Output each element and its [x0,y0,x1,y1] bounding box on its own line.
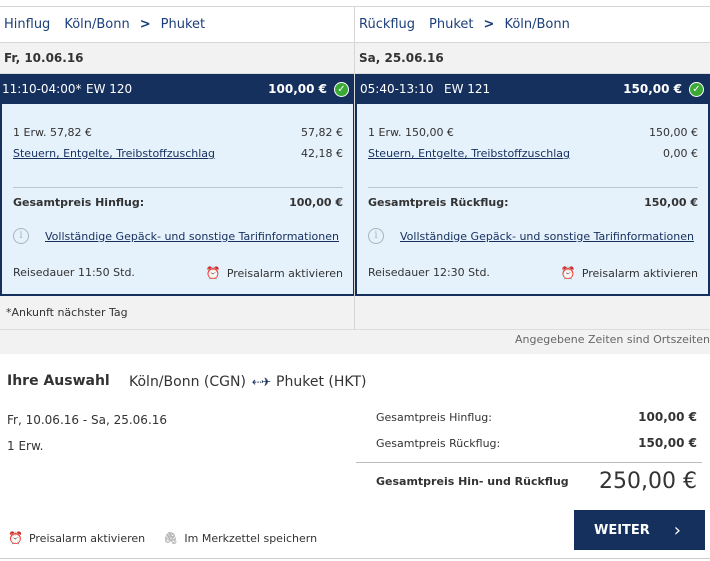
summary-return-row: Gesamtpreis Rückflug: 150,00 € [356,430,702,456]
summary-outbound-value: 100,00 € [638,410,697,424]
bookmark-label: Im Merkzettel speichern [184,531,318,545]
return-detail-panel: 1 Erw. 150,00 € 150,00 € Steuern, Entgel… [355,104,710,296]
outbound-price-alarm-label: Preisalarm aktivieren [226,267,343,280]
summary-dates: Fr, 10.06.16 - Sa, 25.06.16 [7,413,168,427]
return-tax-value: 0,00 € [663,147,698,160]
summary-total-label: Gesamtpreis Hin- und Rückflug [376,475,569,488]
return-direction-label: Rückflug [359,17,416,32]
return-duration-row: Reisedauer 12:30 Std. ⏰ Preisalarm aktivi… [368,266,698,280]
return-pax-line: 1 Erw. 150,00 € [368,126,454,139]
outbound-tariff-info-link[interactable]: Vollständige Gepäck- und sonstige Tarifi… [45,230,339,243]
summary-price-alarm-link[interactable]: ⏰ Preisalarm aktivieren [8,531,145,545]
bookmark-link[interactable]: 🖇 Im Merkzettel speichern [163,531,317,545]
price-summary: Gesamtpreis Hinflug: 100,00 € Gesamtprei… [356,404,702,500]
return-price-alarm-link[interactable]: ⏰ Preisalarm aktivieren [561,266,698,280]
outbound-to: Phuket [160,17,206,32]
outbound-tax-link[interactable]: Steuern, Entgelte, Treibstoffzuschlag [13,147,215,160]
divider [13,187,343,188]
summary-total-row: Gesamtpreis Hin- und Rückflug 250,00 € [356,462,702,500]
return-duration: Reisedauer 12:30 Std. [368,266,490,279]
outbound-price-alarm-link[interactable]: ⏰ Preisalarm aktivieren [206,266,343,280]
alarm-clock-icon: ⏰ [8,531,23,545]
return-tariff-info-link[interactable]: Vollständige Gepäck- und sonstige Tarifi… [400,230,694,243]
chevron-right-icon: > [139,17,151,32]
local-time-note: Angegebene Zeiten sind Ortszeiten [0,330,710,354]
next-button[interactable]: WEITER › [574,510,705,550]
paperclip-icon: 🖇 [163,531,179,545]
return-from: Phuket [429,17,474,32]
return-price: 150,00 € [623,82,682,96]
return-flight-bar[interactable]: 05:40-13:10 EW 121 150,00 € ✓ [355,74,710,114]
outbound-tax-value: 42,18 € [301,147,343,160]
return-to: Köln/Bonn [504,17,570,32]
summary-total-value: 250,00 € [599,469,697,494]
outbound-total-row: Gesamtpreis Hinflug: 100,00 € [13,196,343,209]
summary-return-value: 150,00 € [638,436,697,450]
return-total-value: 150,00 € [644,196,698,209]
return-time: 05:40-13:10 [360,82,434,96]
outbound-duration-row: Reisedauer 11:50 Std. ⏰ Preisalarm aktivi… [13,266,343,280]
outbound-route-bar: Hinflug Köln/Bonn > Phuket [0,6,355,43]
return-price-alarm-label: Preisalarm aktivieren [581,267,698,280]
return-total-label: Gesamtpreis Rückflug: [368,196,509,209]
check-icon: ✓ [689,82,704,97]
alarm-clock-icon: ⏰ [205,266,221,280]
outbound-flight-number: EW 120 [86,82,133,96]
next-button-label: WEITER [594,522,650,538]
return-route-bar: Rückflug Phuket > Köln/Bonn [355,6,710,43]
outbound-date: Fr, 10.06.16 [0,43,355,74]
outbound-flight-column: Hinflug Köln/Bonn > Phuket Fr, 10.06.16 … [0,0,355,330]
outbound-pax-row: 1 Erw. 57,82 € 57,82 € [13,126,343,139]
outbound-duration: Reisedauer 11:50 Std. [13,266,135,279]
summary-from: Köln/Bonn (CGN) [129,374,246,390]
return-info-row: i Vollständige Gepäck- und sonstige Tari… [368,228,698,244]
outbound-from: Köln/Bonn [64,17,130,32]
return-tax-row: Steuern, Entgelte, Treibstoffzuschlag 0,… [368,147,698,160]
selection-summary: Ihre Auswahl Köln/Bonn (CGN) ⇠✈ Phuket (… [0,358,710,558]
check-icon: ✓ [334,82,349,97]
return-flight-number: EW 121 [444,82,491,96]
outbound-direction-label: Hinflug [4,17,51,32]
summary-outbound-row: Gesamtpreis Hinflug: 100,00 € [356,404,702,430]
outbound-total-label: Gesamtpreis Hinflug: [13,196,145,209]
summary-return-label: Gesamtpreis Rückflug: [376,436,501,450]
return-tax-link[interactable]: Steuern, Entgelte, Treibstoffzuschlag [368,147,570,160]
outbound-time: 11:10-04:00* [2,82,82,96]
alarm-clock-icon: ⏰ [560,266,576,280]
bottom-border [0,558,710,559]
return-pax-row: 1 Erw. 150,00 € 150,00 € [368,126,698,139]
info-icon: i [13,228,29,244]
summary-route: Köln/Bonn (CGN) ⇠✈ Phuket (HKT) [129,374,366,390]
chevron-right-icon: > [483,17,495,32]
arrival-next-day-note: *Ankunft nächster Tag [0,296,355,330]
return-total-row: Gesamtpreis Rückflug: 150,00 € [368,196,698,209]
outbound-tax-row: Steuern, Entgelte, Treibstoffzuschlag 42… [13,147,343,160]
summary-actions: ⏰ Preisalarm aktivieren 🖇 Im Merkzettel … [8,531,335,545]
divider [368,187,698,188]
return-note-bar [355,296,710,330]
summary-title: Ihre Auswahl [7,373,110,389]
summary-price-alarm-label: Preisalarm aktivieren [28,531,146,545]
round-trip-plane-icon: ⇠✈ [251,375,271,389]
outbound-flight-bar[interactable]: 11:10-04:00* EW 120 100,00 € ✓ [0,74,355,114]
summary-to: Phuket (HKT) [276,374,367,390]
summary-outbound-label: Gesamtpreis Hinflug: [376,410,492,424]
info-icon: i [368,228,384,244]
return-date: Sa, 25.06.16 [355,43,710,74]
outbound-total-value: 100,00 € [289,196,343,209]
return-pax-value: 150,00 € [649,126,698,139]
chevron-right-icon: › [673,519,681,541]
return-flight-column: Rückflug Phuket > Köln/Bonn Sa, 25.06.16… [355,0,710,330]
outbound-detail-panel: 1 Erw. 57,82 € 57,82 € Steuern, Entgelte… [0,104,355,296]
outbound-price: 100,00 € [268,82,327,96]
outbound-info-row: i Vollständige Gepäck- und sonstige Tari… [13,228,343,244]
outbound-pax-line: 1 Erw. 57,82 € [13,126,92,139]
outbound-pax-value: 57,82 € [301,126,343,139]
summary-passengers: 1 Erw. [7,439,44,453]
